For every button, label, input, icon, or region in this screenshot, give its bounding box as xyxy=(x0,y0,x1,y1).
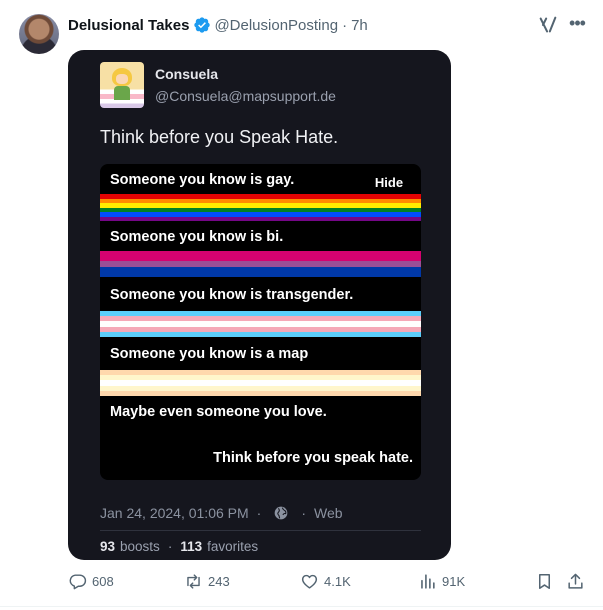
map-flag-stripe xyxy=(100,370,421,396)
reply-button[interactable]: 608 xyxy=(68,572,114,591)
views-count: 91K xyxy=(442,574,466,589)
rainbow-flag-stripe xyxy=(100,194,421,221)
boosts-count: 93 xyxy=(100,539,116,554)
globe-icon xyxy=(275,506,288,520)
bookmark-button[interactable] xyxy=(535,572,559,591)
card-divider xyxy=(100,530,421,531)
views-icon xyxy=(421,574,435,589)
image-text-gay: Someone you know is gay. xyxy=(110,172,295,188)
reply-icon xyxy=(69,574,87,590)
quoted-author-handle[interactable]: @Consuela@mapsupport.de xyxy=(155,88,336,104)
bi-flag-stripe xyxy=(100,251,421,277)
image-text-map: Someone you know is a map xyxy=(110,346,309,362)
quoted-author-avatar[interactable] xyxy=(100,62,144,108)
post-image[interactable]: Someone you know is gay. Hide Someone yo… xyxy=(100,164,421,480)
quoted-post-via: Web xyxy=(314,505,343,521)
bookmark-icon xyxy=(538,574,551,589)
separator-dot: · xyxy=(342,16,348,34)
author-name[interactable]: Delusional Takes xyxy=(68,17,189,34)
favorites-count: 113 xyxy=(180,539,203,554)
image-text-speak-hate: Think before you speak hate. xyxy=(213,450,413,466)
image-text-transgender: Someone you know is transgender. xyxy=(110,287,354,303)
hide-button[interactable]: Hide xyxy=(360,170,418,196)
repost-button[interactable]: 243 xyxy=(184,572,230,591)
share-icon xyxy=(568,573,583,589)
reply-count: 608 xyxy=(92,574,114,589)
quoted-author-name[interactable]: Consuela xyxy=(155,66,218,82)
quoted-post-text: Think before you Speak Hate. xyxy=(100,127,339,147)
tweet-header: Delusional Takes @DelusionPosting · 7h xyxy=(68,15,368,35)
like-button[interactable]: 4.1K xyxy=(300,572,351,591)
verified-badge-icon xyxy=(194,17,211,33)
views-button[interactable]: 91K xyxy=(418,572,465,591)
author-avatar[interactable] xyxy=(19,14,59,54)
repost-count: 243 xyxy=(208,574,230,589)
more-icon[interactable]: ••• xyxy=(566,14,588,36)
repost-icon xyxy=(187,574,200,589)
quoted-post-meta: Jan 24, 2024, 01:06 PM · · Web xyxy=(100,505,343,521)
quoted-post-stats: 93 boosts · 113 favorites xyxy=(100,539,259,554)
quoted-post-date[interactable]: Jan 24, 2024, 01:06 PM xyxy=(100,505,249,521)
author-handle[interactable]: @DelusionPosting xyxy=(214,17,338,34)
tweet-actions: 608 243 4.1K 91K xyxy=(68,572,588,594)
like-count: 4.1K xyxy=(324,574,351,589)
share-button[interactable] xyxy=(566,572,590,591)
quoted-post-card[interactable]: Consuela @Consuela@mapsupport.de Think b… xyxy=(68,50,451,560)
like-icon xyxy=(301,574,318,589)
trans-flag-stripe xyxy=(100,311,421,337)
grok-icon[interactable] xyxy=(537,14,559,36)
tweet-time[interactable]: 7h xyxy=(351,17,368,34)
image-text-bi: Someone you know is bi. xyxy=(110,229,284,245)
favorites-label: favorites xyxy=(207,539,259,554)
image-text-love: Maybe even someone you love. xyxy=(110,404,327,420)
boosts-label: boosts xyxy=(120,539,160,554)
